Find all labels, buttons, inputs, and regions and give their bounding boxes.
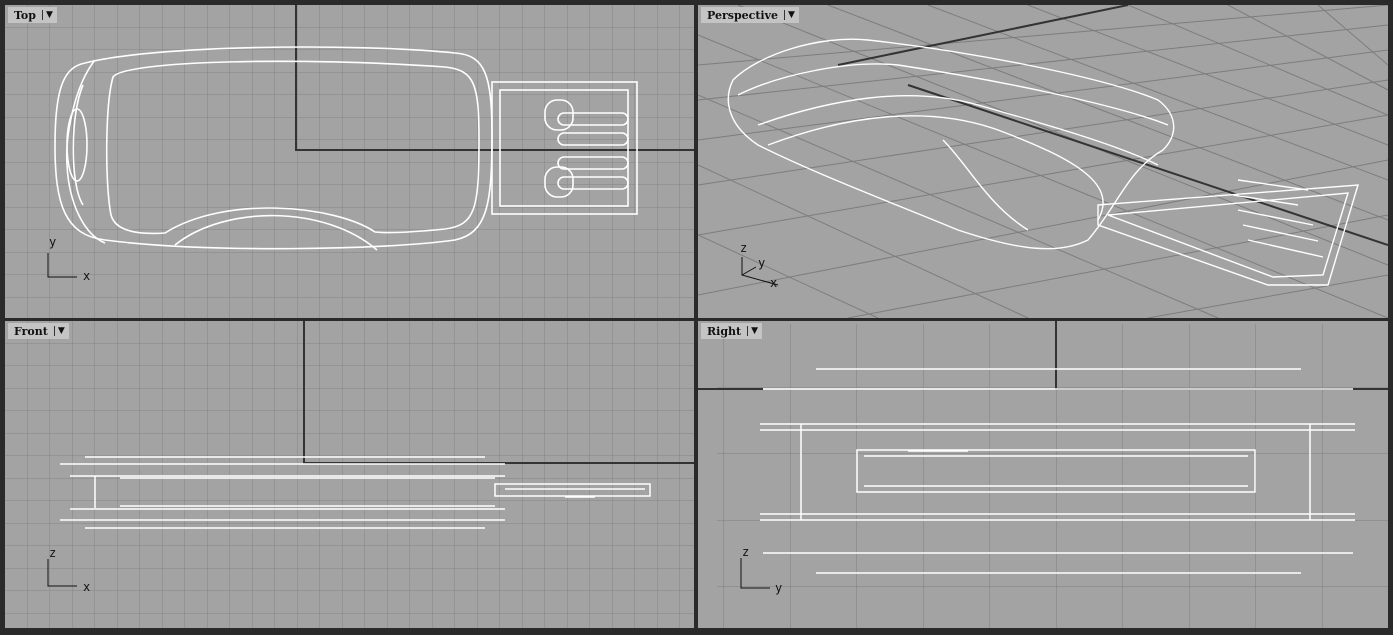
axis-label-x: x (83, 269, 90, 283)
top-canvas[interactable]: y x (5, 5, 694, 318)
axis-label-x: x (83, 580, 90, 594)
viewport-front[interactable]: z x Front ▼ (5, 321, 694, 628)
viewport-tab-front[interactable]: Front ▼ (8, 323, 69, 339)
viewport-tab-right[interactable]: Right ▼ (701, 323, 763, 339)
triangle-down-icon[interactable]: ▼ (784, 10, 795, 20)
viewport-tab-perspective[interactable]: Perspective ▼ (701, 7, 799, 23)
triangle-down-icon[interactable]: ▼ (53, 326, 65, 336)
axis-label-z: z (740, 241, 747, 255)
viewport-title: Front (14, 324, 48, 338)
axis-label-z: z (742, 545, 749, 559)
viewport-title: Perspective (707, 8, 779, 22)
axis-label-y: y (49, 235, 56, 249)
triangle-down-icon[interactable]: ▼ (747, 326, 758, 336)
perspective-grid (698, 5, 1388, 318)
axis-label-y: y (775, 581, 782, 595)
right-canvas[interactable]: z y (698, 321, 1388, 628)
triangle-down-icon[interactable]: ▼ (41, 10, 53, 20)
axis-label-y: y (758, 256, 765, 270)
viewport-top[interactable]: y x Top ▼ (5, 5, 694, 318)
usb-drive-perspective-curves (727, 38, 1359, 286)
viewport-title: Top (14, 8, 36, 22)
axis-label-z: z (49, 546, 56, 560)
axis-label-x: x (770, 276, 777, 290)
viewport-perspective[interactable]: z y x Perspective ▼ (698, 5, 1388, 318)
viewport-tab-top[interactable]: Top ▼ (8, 7, 57, 23)
perspective-canvas[interactable]: z y x (698, 5, 1388, 318)
viewport-title: Right (707, 324, 742, 338)
front-canvas[interactable]: z x (5, 321, 694, 628)
viewport-right[interactable]: z y Right ▼ (698, 321, 1388, 628)
